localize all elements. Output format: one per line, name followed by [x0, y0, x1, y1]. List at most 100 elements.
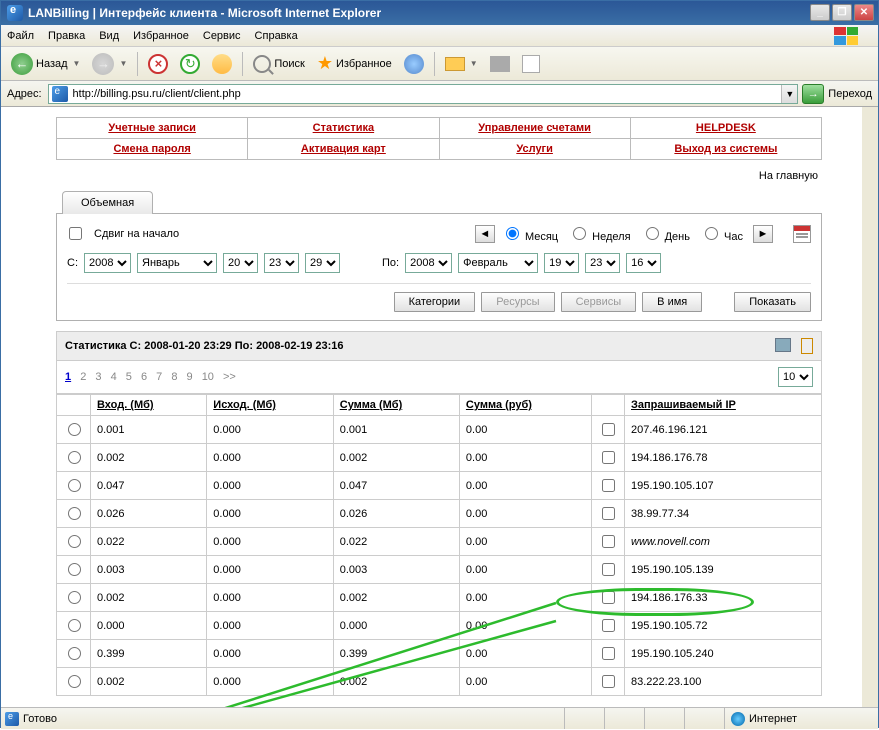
- refresh-button[interactable]: ↻: [176, 52, 204, 76]
- page-link[interactable]: 2: [80, 371, 86, 383]
- shift-start-checkbox[interactable]: [69, 227, 82, 240]
- row-radio[interactable]: [68, 619, 81, 632]
- nav-stats[interactable]: Статистика: [313, 122, 375, 134]
- home-button[interactable]: [208, 52, 236, 76]
- row-radio[interactable]: [68, 647, 81, 660]
- to-year-select[interactable]: 2008: [405, 253, 452, 273]
- page-link[interactable]: 10: [202, 371, 214, 383]
- col-sum-mb[interactable]: Сумма (Мб): [333, 395, 459, 416]
- nav-forward-button[interactable]: → ▼: [88, 51, 131, 77]
- page-link[interactable]: >>: [223, 371, 236, 383]
- from-min-select[interactable]: 29: [305, 253, 340, 273]
- page-size-select[interactable]: 10: [778, 367, 813, 387]
- print-button[interactable]: [486, 54, 514, 74]
- from-month-select[interactable]: Январь: [137, 253, 217, 273]
- to-hour-select[interactable]: 23: [585, 253, 620, 273]
- to-min-select[interactable]: 16: [626, 253, 661, 273]
- menu-file[interactable]: Файл: [7, 30, 34, 42]
- col-incoming[interactable]: Вход. (Мб): [91, 395, 207, 416]
- period-day-radio[interactable]: [646, 227, 659, 240]
- menu-service[interactable]: Сервис: [203, 30, 241, 42]
- go-button[interactable]: →: [802, 84, 824, 104]
- show-button[interactable]: Показать: [734, 292, 811, 312]
- tab-volume[interactable]: Объемная: [62, 191, 153, 214]
- row-checkbox[interactable]: [602, 423, 615, 436]
- period-week-radio[interactable]: [573, 227, 586, 240]
- page-link[interactable]: 3: [95, 371, 101, 383]
- row-checkbox[interactable]: [602, 619, 615, 632]
- col-ip[interactable]: Запрашиваемый IP: [625, 395, 822, 416]
- edit-button[interactable]: [518, 53, 544, 75]
- row-checkbox[interactable]: [602, 563, 615, 576]
- menu-favorites[interactable]: Избранное: [133, 30, 189, 42]
- nav-services[interactable]: Услуги: [516, 143, 553, 155]
- export-icon[interactable]: [801, 338, 813, 354]
- range-prev-button[interactable]: ◄: [475, 225, 495, 243]
- cell-in: 0.047: [91, 472, 207, 500]
- page-link[interactable]: 5: [126, 371, 132, 383]
- row-radio[interactable]: [68, 535, 81, 548]
- row-radio[interactable]: [68, 507, 81, 520]
- edit-icon: [522, 55, 540, 73]
- calendar-icon[interactable]: [793, 225, 811, 243]
- page-link[interactable]: 4: [111, 371, 117, 383]
- col-sum-rub[interactable]: Сумма (руб): [459, 395, 591, 416]
- categories-button[interactable]: Категории: [394, 292, 476, 312]
- col-outgoing[interactable]: Исход. (Мб): [207, 395, 333, 416]
- page-link[interactable]: 6: [141, 371, 147, 383]
- from-day-select[interactable]: 20: [223, 253, 258, 273]
- resources-button[interactable]: Ресурсы: [481, 292, 554, 312]
- row-radio[interactable]: [68, 675, 81, 688]
- from-year-select[interactable]: 2008: [84, 253, 131, 273]
- nav-cards[interactable]: Активация карт: [301, 143, 386, 155]
- row-radio[interactable]: [68, 479, 81, 492]
- row-checkbox[interactable]: [602, 591, 615, 604]
- menu-help[interactable]: Справка: [255, 30, 298, 42]
- row-checkbox[interactable]: [602, 507, 615, 520]
- favorites-button[interactable]: ★ Избранное: [313, 51, 396, 76]
- page-link[interactable]: 1: [65, 371, 71, 383]
- vertical-scrollbar[interactable]: ▲▼: [862, 107, 878, 707]
- window-close-button[interactable]: ✕: [854, 4, 874, 21]
- print-icon[interactable]: [775, 338, 791, 352]
- home-link[interactable]: На главную: [759, 170, 818, 182]
- period-month-radio[interactable]: [506, 227, 519, 240]
- to-day-select[interactable]: 19: [544, 253, 579, 273]
- row-checkbox[interactable]: [602, 675, 615, 688]
- to-month-select[interactable]: Февраль: [458, 253, 538, 273]
- byname-button[interactable]: В имя: [642, 292, 702, 312]
- row-checkbox[interactable]: [602, 535, 615, 548]
- address-input[interactable]: [71, 85, 782, 103]
- history-button[interactable]: [400, 52, 428, 76]
- nav-password[interactable]: Смена пароля: [113, 143, 190, 155]
- row-radio[interactable]: [68, 451, 81, 464]
- row-radio[interactable]: [68, 423, 81, 436]
- nav-bills[interactable]: Управление счетами: [478, 122, 591, 134]
- nav-accounts[interactable]: Учетные записи: [108, 122, 196, 134]
- address-dropdown[interactable]: ▼: [781, 85, 797, 103]
- search-button[interactable]: Поиск: [249, 53, 308, 75]
- row-radio[interactable]: [68, 591, 81, 604]
- address-field[interactable]: ▼: [48, 84, 799, 104]
- services-button[interactable]: Сервисы: [561, 292, 637, 312]
- nav-back-button[interactable]: ← Назад ▼: [7, 51, 84, 77]
- page-link[interactable]: 7: [156, 371, 162, 383]
- menu-edit[interactable]: Правка: [48, 30, 85, 42]
- stop-button[interactable]: ×: [144, 52, 172, 76]
- page-link[interactable]: 8: [171, 371, 177, 383]
- period-hour-radio[interactable]: [705, 227, 718, 240]
- row-checkbox[interactable]: [602, 647, 615, 660]
- nav-helpdesk[interactable]: HELPDESK: [696, 122, 756, 134]
- page-link[interactable]: 9: [187, 371, 193, 383]
- nav-logout[interactable]: Выход из системы: [674, 143, 777, 155]
- row-checkbox[interactable]: [602, 451, 615, 464]
- row-radio[interactable]: [68, 563, 81, 576]
- window-minimize-button[interactable]: _: [810, 4, 830, 21]
- row-checkbox[interactable]: [602, 479, 615, 492]
- window-restore-button[interactable]: ❐: [832, 4, 852, 21]
- cell-ip: 195.190.105.72: [625, 612, 822, 640]
- range-next-button[interactable]: ►: [753, 225, 773, 243]
- mail-button[interactable]: ▼: [441, 55, 482, 73]
- from-hour-select[interactable]: 23: [264, 253, 299, 273]
- menu-view[interactable]: Вид: [99, 30, 119, 42]
